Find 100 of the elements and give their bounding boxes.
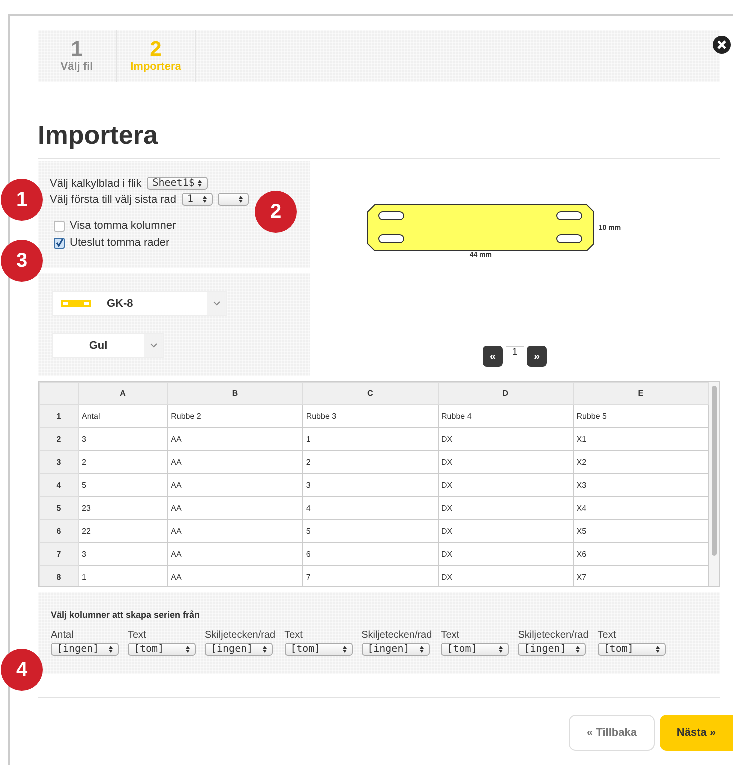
next-page-button[interactable]: » (527, 346, 547, 367)
first-row-select[interactable]: 1 (182, 193, 213, 206)
last-row-select[interactable] (218, 193, 249, 206)
scrollbar[interactable] (712, 386, 717, 556)
table-cell: Rubbe 4 (438, 404, 574, 428)
column-header: A (78, 382, 168, 404)
checkbox-label: Visa tomma kolumner (70, 220, 176, 232)
table-cell: 6 (302, 542, 438, 566)
updown-icon (342, 646, 347, 653)
updown-icon (109, 646, 113, 653)
table-cell: 2 (78, 450, 168, 474)
updown-icon (420, 646, 424, 653)
table-cell: AA (168, 542, 303, 566)
field-label: Text (284, 630, 304, 641)
table-cell: AA (168, 474, 303, 496)
previous-page-button[interactable]: « (483, 346, 503, 367)
column-select[interactable]: [ingen] (205, 643, 273, 656)
field-label: Skiljetecken/rad (205, 630, 276, 641)
column-header: C (302, 382, 438, 404)
table-cell: AA (168, 496, 303, 520)
close-icon[interactable] (713, 36, 731, 54)
updown-icon (198, 180, 202, 187)
column-select[interactable]: [tom] (128, 643, 196, 656)
next-button[interactable]: Nästa » (660, 715, 733, 751)
table-cell: X2 (573, 450, 708, 474)
table-cell: X4 (573, 496, 708, 520)
table-cell: DX (438, 428, 574, 450)
step-badge: 4 (1, 649, 43, 691)
row-number: 7 (40, 542, 78, 566)
checkbox[interactable] (54, 238, 65, 248)
table-cell: DX (438, 542, 574, 566)
table-cell: 3 (78, 428, 168, 450)
sheet-select[interactable]: Sheet1$ (146, 177, 208, 190)
column-select[interactable]: [tom] (441, 643, 510, 656)
updown-icon (186, 646, 190, 653)
table-cell: X3 (573, 474, 708, 496)
table-cell: DX (438, 520, 574, 542)
column-select[interactable]: [tom] (598, 643, 666, 656)
color-select[interactable]: Gul (52, 333, 164, 358)
table-cell: AA (168, 428, 303, 450)
table-cell: X6 (573, 542, 708, 566)
updown-icon (263, 646, 267, 653)
label-icon (61, 300, 91, 307)
updown-icon (656, 646, 660, 653)
column-select[interactable]: [ingen] (362, 643, 430, 656)
column-select[interactable]: [ingen] (518, 643, 586, 656)
row-number: 4 (40, 474, 78, 496)
back-button[interactable]: « Tillbaka (569, 715, 655, 751)
page-number: 1 (506, 346, 524, 358)
updown-icon (238, 196, 243, 203)
column-header: E (573, 382, 708, 404)
updown-icon (499, 646, 504, 653)
table-cell: Antal (78, 404, 168, 428)
row-number: 8 (40, 566, 78, 586)
field-label: Antal (51, 630, 75, 641)
table-cell: 3 (302, 474, 438, 496)
row-number: 2 (40, 428, 78, 450)
field-label: Text (598, 630, 618, 641)
field-label: Text (441, 630, 461, 641)
column-header: B (168, 382, 303, 404)
table-cell: 4 (302, 496, 438, 520)
step-badge: 3 (1, 240, 43, 282)
chevron-icon (212, 301, 220, 306)
table-cell: 1 (302, 428, 438, 450)
table-cell: 23 (78, 496, 168, 520)
row-number: 3 (40, 450, 78, 474)
sheet-label: Välj kalkylblad i flik (50, 178, 142, 190)
product-select[interactable]: GK-8 (52, 291, 227, 316)
table-cell: Rubbe 5 (573, 404, 708, 428)
table-cell: AA (168, 450, 303, 474)
chevron-icon (150, 343, 158, 348)
table-cell: AA (168, 520, 303, 542)
table-cell: DX (438, 450, 574, 474)
field-label: Skiljetecken/rad (362, 630, 432, 641)
table-cell: 3 (78, 542, 168, 566)
column-header: D (438, 382, 574, 404)
step-badge: 1 (1, 179, 43, 221)
checkbox[interactable] (54, 220, 65, 232)
table-cell: DX (438, 496, 574, 520)
table-cell: X1 (573, 428, 708, 450)
table-cell: 22 (78, 520, 168, 542)
updown-icon (202, 196, 207, 203)
table-cell: 5 (78, 474, 168, 496)
table-cell: Rubbe 2 (168, 404, 303, 428)
table-cell: Rubbe 3 (302, 404, 438, 428)
table-cell: X5 (573, 520, 708, 542)
column-select[interactable]: [ingen] (51, 643, 119, 656)
table-cell: 5 (302, 520, 438, 542)
row-range-label: Välj första till välj sista rad (50, 194, 177, 206)
field-label: Skiljetecken/rad (518, 630, 589, 641)
field-label: Text (128, 630, 148, 641)
column-select[interactable]: [tom] (284, 643, 353, 656)
row-number: 5 (40, 496, 78, 520)
mapping-title: Välj kolumner att skapa serien från (51, 610, 202, 620)
updown-icon (576, 646, 580, 653)
page-title: Importera (38, 120, 160, 150)
checkbox-label: Uteslut tomma rader (70, 237, 170, 249)
table-cell: DX (438, 474, 574, 496)
table-cell: 2 (302, 450, 438, 474)
row-number: 1 (40, 404, 78, 428)
